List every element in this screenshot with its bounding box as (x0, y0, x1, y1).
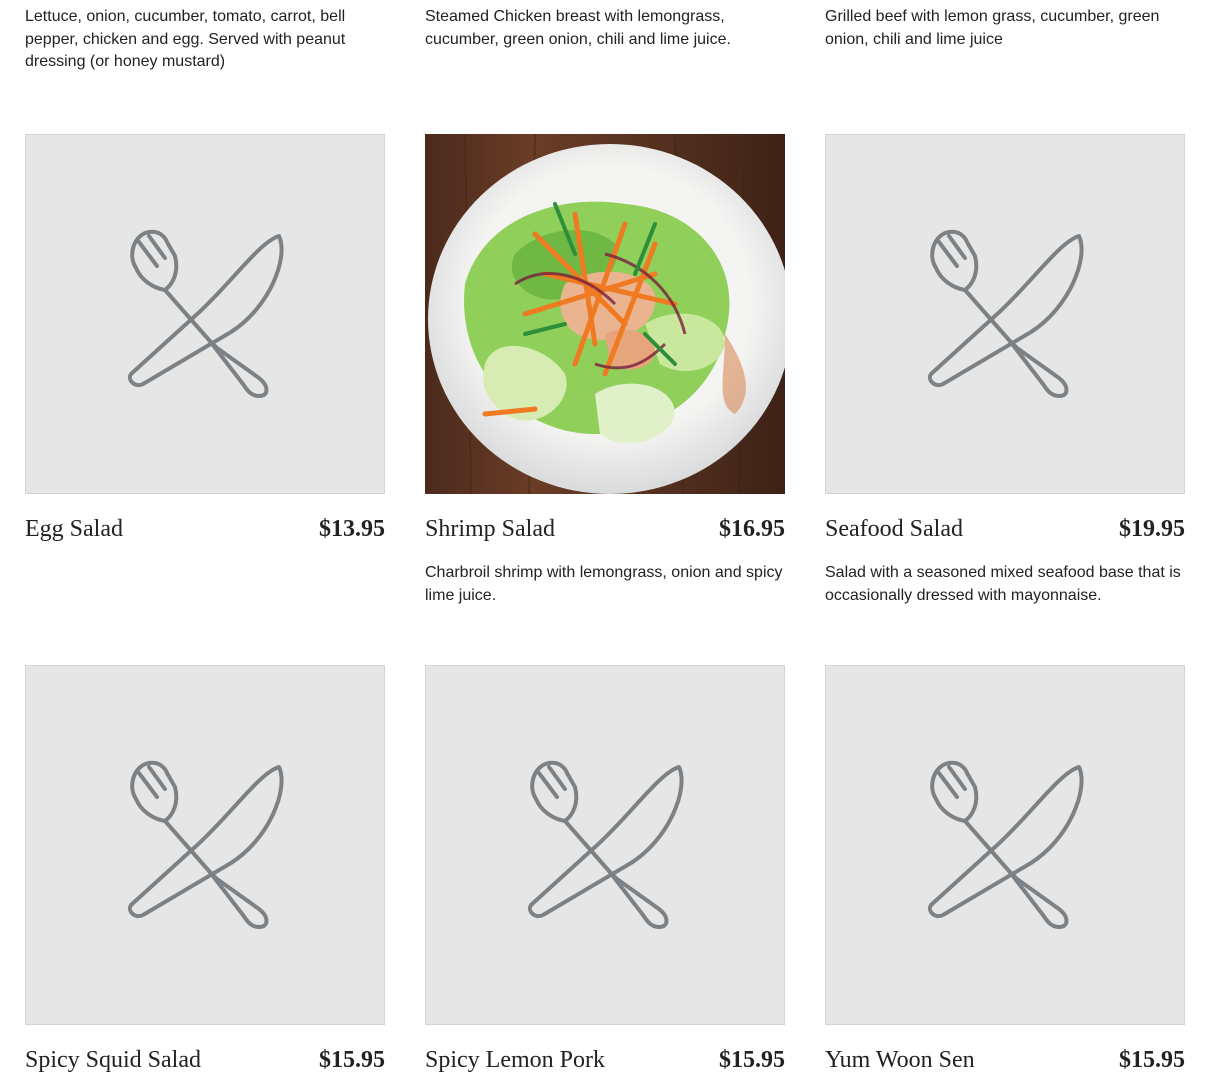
fork-knife-icon (928, 760, 1084, 929)
item-name: Shrimp Salad (425, 516, 555, 542)
item-description: Salad with a seasoned mixed seafood base… (825, 564, 1181, 604)
item-price: $15.95 (1119, 1047, 1185, 1073)
item-image-placeholder (425, 665, 785, 1025)
fork-knife-icon (128, 229, 284, 398)
fork-knife-icon (128, 760, 284, 929)
item-name: Egg Salad (25, 516, 123, 542)
item-description: Charbroil shrimp with lemongrass, onion … (425, 564, 783, 604)
item-image-placeholder (25, 134, 385, 494)
menu-item-card[interactable]: Seafood Salad $19.95 Salad with a season… (825, 134, 1185, 607)
menu-item-card[interactable]: Spicy Squid Salad $15.95 (25, 665, 385, 1077)
fork-knife-icon (528, 760, 684, 929)
item-price: $19.95 (1119, 516, 1185, 542)
item-description: Steamed Chicken breast with lemongrass, … (425, 8, 731, 48)
fork-knife-icon (928, 229, 1084, 398)
item-image-placeholder (825, 134, 1185, 494)
item-photo (425, 134, 785, 494)
menu-item-card[interactable]: Yum Woon Sen $15.95 (825, 665, 1185, 1077)
item-price: $13.95 (319, 516, 385, 542)
item-name: Spicy Squid Salad (25, 1047, 202, 1073)
menu-item-card[interactable]: Spicy Lemon Pork $15.95 (425, 665, 785, 1077)
menu-item-card[interactable]: Egg Salad $13.95 (25, 134, 385, 546)
item-price: $16.95 (719, 516, 785, 542)
item-price: $15.95 (319, 1047, 385, 1073)
item-name: Spicy Lemon Pork (425, 1047, 605, 1073)
item-description: Lettuce, onion, cucumber, tomato, carrot… (25, 8, 346, 70)
item-image-placeholder (25, 665, 385, 1025)
item-name: Seafood Salad (825, 516, 963, 542)
salad-photo (425, 134, 785, 494)
item-image-placeholder (825, 665, 1185, 1025)
item-name: Yum Woon Sen (825, 1047, 975, 1073)
item-description: Grilled beef with lemon grass, cucumber,… (825, 8, 1160, 48)
item-price: $15.95 (719, 1047, 785, 1073)
menu-item-card[interactable]: Shrimp Salad $16.95 Charbroil shrimp wit… (425, 134, 785, 607)
